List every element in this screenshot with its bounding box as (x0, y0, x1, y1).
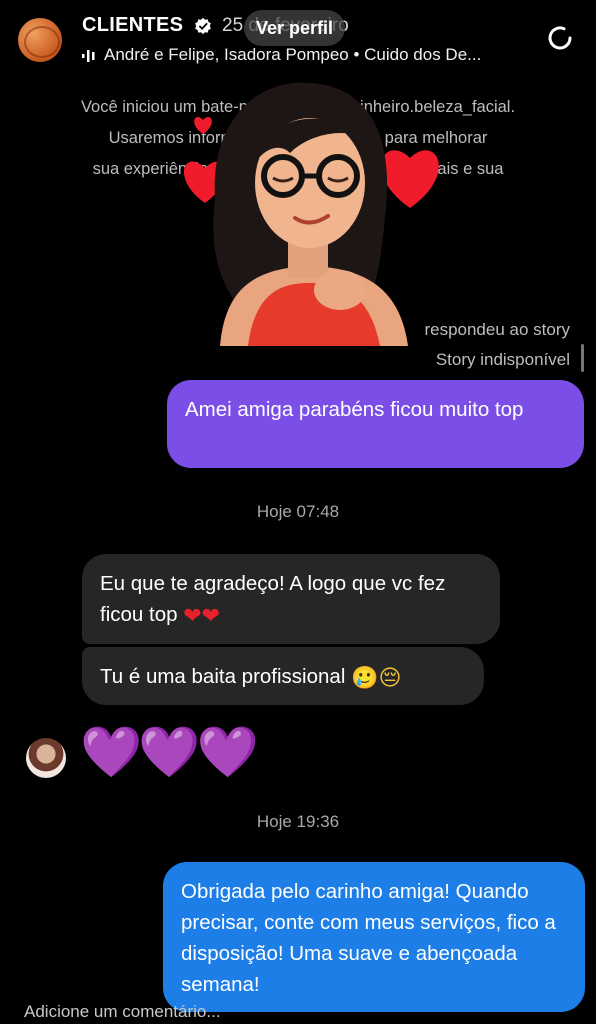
chat-timestamp: Hoje 07:48 (256, 502, 340, 521)
audio-bars-icon (82, 50, 95, 62)
avatar-sticker (184, 82, 439, 346)
story-unavailable-label: Story indisponível (435, 350, 570, 369)
story-header: CLIENTES 25 de fevereiro Ver perfil Andr… (0, 0, 596, 80)
profile-avatar[interactable] (18, 18, 62, 62)
comment-input[interactable]: Adicione um comentário... (24, 1002, 221, 1022)
message-text: Tu é uma baita profissional (100, 665, 346, 688)
heart-icon (381, 150, 439, 208)
received-message-bubble[interactable]: Eu que te agradeço! A logo que vc fez fi… (82, 554, 500, 644)
view-profile-button[interactable]: Ver perfil (244, 10, 346, 46)
music-subtitle[interactable]: André e Felipe, Isadora Pompeo • Cuido d… (104, 45, 481, 65)
message-text: Eu que te agradeço! A logo que vc fez fi… (100, 572, 446, 626)
smiling-tear-emoji: 🥲😔 (351, 665, 402, 691)
red-heart-emoji: ❤❤ (183, 603, 221, 629)
chat-timestamp: Hoje 19:36 (256, 812, 340, 831)
message-text: Amei amiga parabéns ficou muito top (185, 398, 524, 421)
received-message-bubble[interactable]: Tu é uma baita profissional 🥲😔 (82, 647, 484, 705)
purple-hearts-emoji[interactable]: 💜💜💜 (80, 722, 259, 782)
sent-message-bubble[interactable]: Amei amiga parabéns ficou muito top (167, 380, 584, 468)
heart-icon (194, 116, 212, 134)
sent-message-bubble[interactable]: Obrigada pelo carinho amiga! Quando prec… (163, 862, 585, 1012)
loading-spinner-icon (548, 26, 572, 50)
profile-title[interactable]: CLIENTES (82, 14, 183, 37)
contact-avatar[interactable] (26, 738, 66, 778)
replied-to-story-label: respondeu ao story (424, 320, 570, 339)
message-text: Obrigada pelo carinho amiga! Quando prec… (181, 880, 556, 996)
verified-badge-icon (195, 17, 211, 35)
story-reply-bar (581, 344, 584, 372)
